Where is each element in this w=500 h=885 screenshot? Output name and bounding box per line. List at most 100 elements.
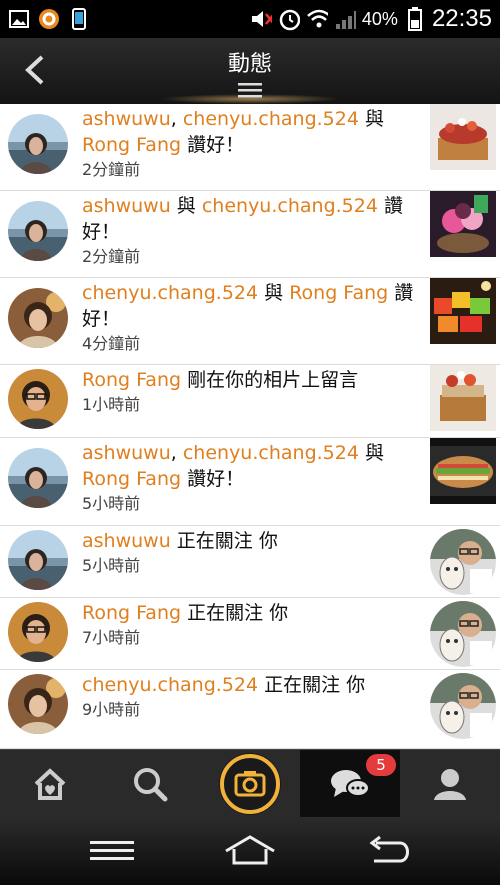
timestamp: 1小時前	[82, 395, 141, 414]
username-link[interactable]: chenyu.chang.524	[183, 108, 359, 130]
action-text: 讚好！	[181, 134, 245, 156]
nav-search[interactable]	[100, 750, 200, 818]
phone-icon	[68, 8, 90, 30]
username-link[interactable]: chenyu.chang.524	[82, 674, 258, 696]
username-link[interactable]: Rong Fang	[82, 468, 181, 490]
follower-avatar[interactable]	[430, 529, 496, 595]
action-text: 與	[170, 195, 202, 217]
action-text: ,	[170, 442, 183, 464]
feed-item[interactable]: ashwuwu 正在關注 你 5小時前	[0, 526, 500, 598]
timestamp: 7小時前	[82, 628, 141, 647]
mute-icon	[250, 8, 272, 30]
username-link[interactable]: chenyu.chang.524	[183, 442, 359, 464]
profile-icon	[434, 769, 466, 800]
timestamp: 5小時前	[82, 556, 141, 575]
feed-item[interactable]: Rong Fang 剛在你的相片上留言 1小時前	[0, 365, 500, 438]
username-link[interactable]: chenyu.chang.524	[202, 195, 378, 217]
follower-avatar[interactable]	[430, 601, 496, 667]
avatar[interactable]	[8, 114, 68, 174]
system-nav	[0, 817, 500, 885]
action-text: 正在關注 你	[258, 674, 366, 696]
photo-thumbnail[interactable]	[430, 278, 496, 344]
timestamp: 9小時前	[82, 700, 141, 719]
avatar[interactable]	[8, 288, 68, 348]
home-icon	[34, 768, 66, 800]
timestamp: 5小時前	[82, 494, 141, 513]
back-icon	[369, 835, 409, 863]
feed-item[interactable]: chenyu.chang.524 正在關注 你 9小時前	[0, 670, 500, 749]
system-menu-button[interactable]	[82, 829, 142, 873]
notification-badge: 5	[366, 754, 396, 776]
feed-item-text: ashwuwu, chenyu.chang.524 與 Rong Fang 讚好…	[82, 440, 424, 516]
username-link[interactable]: ashwuwu	[82, 195, 171, 217]
feed-item[interactable]: ashwuwu, chenyu.chang.524 與 Rong Fang 讚好…	[0, 438, 500, 526]
action-text: 與	[358, 108, 384, 130]
username-link[interactable]: ashwuwu	[82, 530, 171, 552]
signal-icon	[334, 8, 356, 30]
username-link[interactable]: Rong Fang	[289, 282, 388, 304]
avatar[interactable]	[8, 530, 68, 590]
wifi-icon	[306, 8, 328, 30]
menu-handle-icon[interactable]	[238, 82, 262, 98]
avatar[interactable]	[8, 448, 68, 508]
action-text: ,	[170, 108, 183, 130]
search-icon	[134, 768, 168, 802]
feed-item[interactable]: Rong Fang 正在關注 你 7小時前	[0, 598, 500, 670]
nav-camera[interactable]	[200, 750, 300, 818]
clock: 22:35	[431, 5, 492, 32]
system-home-button[interactable]	[220, 829, 280, 873]
photo-thumbnail[interactable]	[430, 191, 496, 257]
feed-item[interactable]: chenyu.chang.524 與 Rong Fang 讚好！ 4分鐘前	[0, 278, 500, 365]
camera-icon	[219, 753, 281, 815]
feed-item[interactable]: ashwuwu 與 chenyu.chang.524 讚好！ 2分鐘前	[0, 191, 500, 278]
activity-icon	[331, 770, 370, 797]
username-link[interactable]: chenyu.chang.524	[82, 282, 258, 304]
status-bar: 40% 22:35	[0, 0, 500, 38]
nav-profile[interactable]	[400, 750, 500, 818]
orange-app-icon	[38, 8, 60, 30]
alarm-icon	[278, 8, 300, 31]
nav-activity[interactable]: 5	[300, 750, 400, 818]
system-back-button[interactable]	[360, 829, 420, 873]
timestamp: 2分鐘前	[82, 247, 141, 266]
avatar[interactable]	[8, 674, 68, 734]
username-link[interactable]: Rong Fang	[82, 602, 181, 624]
feed-item-text: ashwuwu 正在關注 你 5小時前	[82, 528, 424, 578]
page-title: 動態	[227, 52, 272, 77]
photo-thumbnail[interactable]	[430, 438, 496, 504]
feed-item-text: ashwuwu, chenyu.chang.524 與 Rong Fang 讚好…	[82, 106, 424, 182]
action-text: 剛在你的相片上留言	[181, 369, 359, 391]
menu-icon	[90, 841, 134, 860]
feed-item-text: ashwuwu 與 chenyu.chang.524 讚好！ 2分鐘前	[82, 193, 424, 269]
feed-item[interactable]: ashwuwu, chenyu.chang.524 與 Rong Fang 讚好…	[0, 104, 500, 191]
username-link[interactable]: ashwuwu	[82, 108, 171, 130]
action-text: 正在關注 你	[170, 530, 278, 552]
feed-item-text: chenyu.chang.524 與 Rong Fang 讚好！ 4分鐘前	[82, 280, 424, 356]
action-text: 與	[258, 282, 290, 304]
home-icon	[225, 835, 275, 865]
avatar[interactable]	[8, 201, 68, 261]
photo-thumbnail[interactable]	[430, 365, 496, 431]
username-link[interactable]: Rong Fang	[82, 134, 181, 156]
timestamp: 2分鐘前	[82, 160, 141, 179]
username-link[interactable]: Rong Fang	[82, 369, 181, 391]
battery-icon	[404, 7, 426, 31]
feed-item-text: Rong Fang 剛在你的相片上留言 1小時前	[82, 367, 424, 417]
timestamp: 4分鐘前	[82, 334, 141, 353]
feed-item-text: Rong Fang 正在關注 你 7小時前	[82, 600, 424, 650]
header: 動態	[0, 38, 500, 104]
username-link[interactable]: ashwuwu	[82, 442, 171, 464]
avatar[interactable]	[8, 602, 68, 662]
avatar[interactable]	[8, 369, 68, 429]
bottom-nav: 5	[0, 749, 500, 818]
nav-home[interactable]	[0, 750, 100, 818]
gallery-icon	[8, 8, 30, 30]
action-text: 讚好！	[181, 468, 245, 490]
photo-thumbnail[interactable]	[430, 104, 496, 170]
follower-avatar[interactable]	[430, 673, 496, 739]
action-text: 與	[358, 442, 384, 464]
feed-item-text: chenyu.chang.524 正在關注 你 9小時前	[82, 672, 424, 722]
battery-percent: 40%	[361, 8, 398, 29]
action-text: 正在關注 你	[181, 602, 289, 624]
activity-feed: ashwuwu, chenyu.chang.524 與 Rong Fang 讚好…	[0, 104, 500, 749]
